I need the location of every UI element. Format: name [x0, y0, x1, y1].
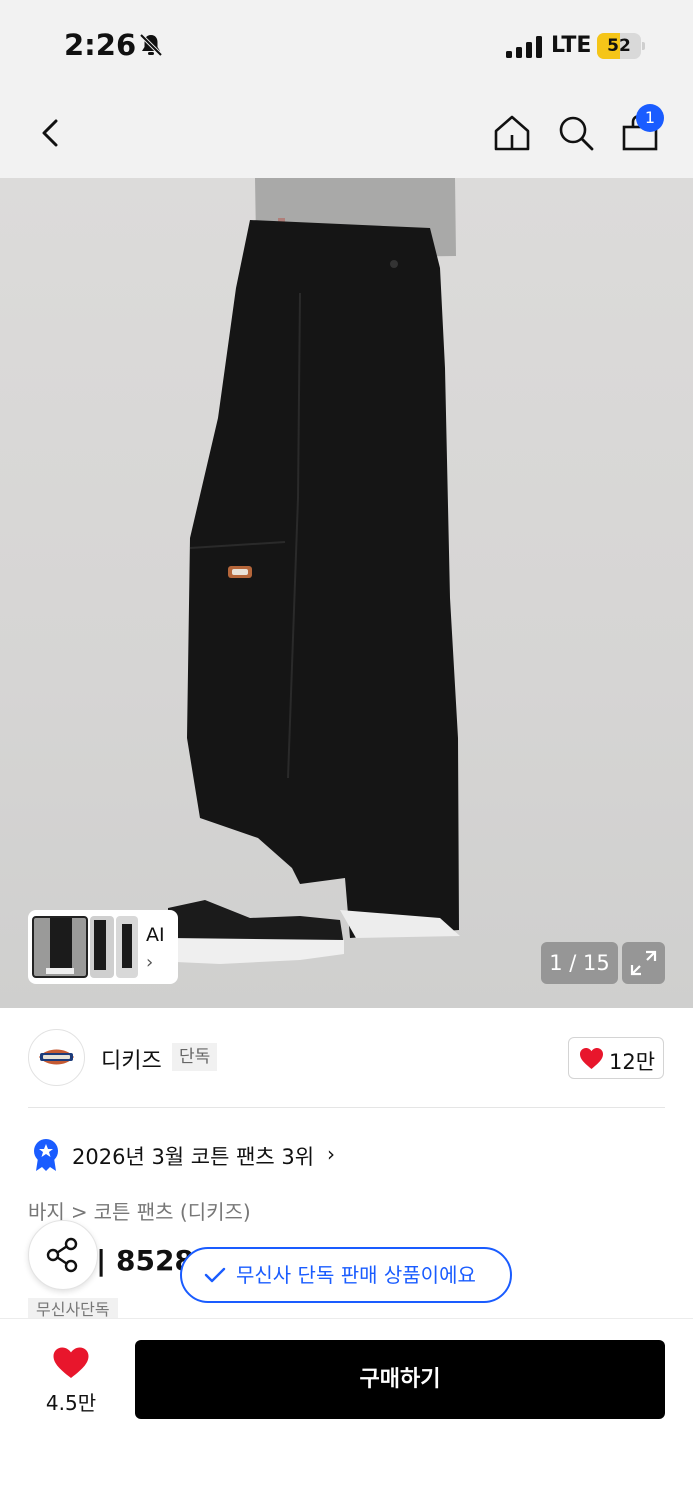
product-image[interactable]: AI › 1 / 15: [0, 178, 693, 1008]
share-button[interactable]: [28, 1220, 98, 1290]
toast-text: 무신사 단독 판매 상품이에요: [236, 1263, 476, 1287]
wishlist-heart-icon[interactable]: [52, 1346, 90, 1379]
ranking-medal-icon: [34, 1139, 58, 1171]
chevron-right-icon[interactable]: ›: [327, 1142, 335, 1166]
ai-label[interactable]: AI: [146, 924, 165, 946]
bell-muted-icon: [139, 33, 163, 57]
cart-count-badge: 1: [636, 104, 664, 132]
buy-button[interactable]: 구매하기: [135, 1340, 665, 1419]
battery-indicator: 52: [597, 33, 647, 59]
breadcrumb-subcategory[interactable]: 코튼 팬츠 (디키즈): [94, 1200, 251, 1224]
expand-icon[interactable]: [622, 942, 665, 984]
brand-logo[interactable]: [28, 1029, 85, 1086]
ranking-text[interactable]: 2026년 3월 코튼 팬츠 3위: [72, 1141, 314, 1171]
like-brand-button[interactable]: 12만: [568, 1037, 664, 1079]
thumbnail-3[interactable]: [116, 916, 138, 978]
product-photo-pants: [168, 178, 460, 964]
thumbnail-1[interactable]: [32, 916, 88, 978]
nav-bar: 1: [0, 95, 693, 178]
thumbnail-strip[interactable]: AI ›: [28, 910, 178, 984]
network-type: LTE: [551, 33, 592, 58]
brand-name[interactable]: 디키즈: [101, 1043, 162, 1075]
brand-like-count: 12만: [609, 1050, 656, 1074]
back-icon[interactable]: [30, 111, 74, 155]
share-icon: [46, 1237, 78, 1273]
home-icon[interactable]: [490, 111, 534, 155]
battery-level: 52: [607, 36, 631, 56]
divider: [28, 1107, 665, 1108]
search-icon[interactable]: [554, 111, 598, 155]
heart-icon: [580, 1048, 603, 1069]
check-icon: [204, 1267, 226, 1283]
thumbnail-2[interactable]: [90, 916, 114, 978]
exclusive-toast: 무신사 단독 판매 상품이에요: [180, 1247, 512, 1303]
signal-icon: [506, 36, 542, 58]
status-bar: 2:26 LTE 52: [0, 0, 693, 95]
wishlist-count: 4.5만: [45, 1391, 97, 1415]
chevron-right-icon[interactable]: ›: [146, 952, 153, 973]
bottom-action-bar: 4.5만 구매하기: [0, 1318, 693, 1500]
exclusive-badge: 단독: [172, 1043, 218, 1071]
status-time: 2:26: [64, 28, 137, 62]
image-counter: 1 / 15: [541, 942, 618, 984]
